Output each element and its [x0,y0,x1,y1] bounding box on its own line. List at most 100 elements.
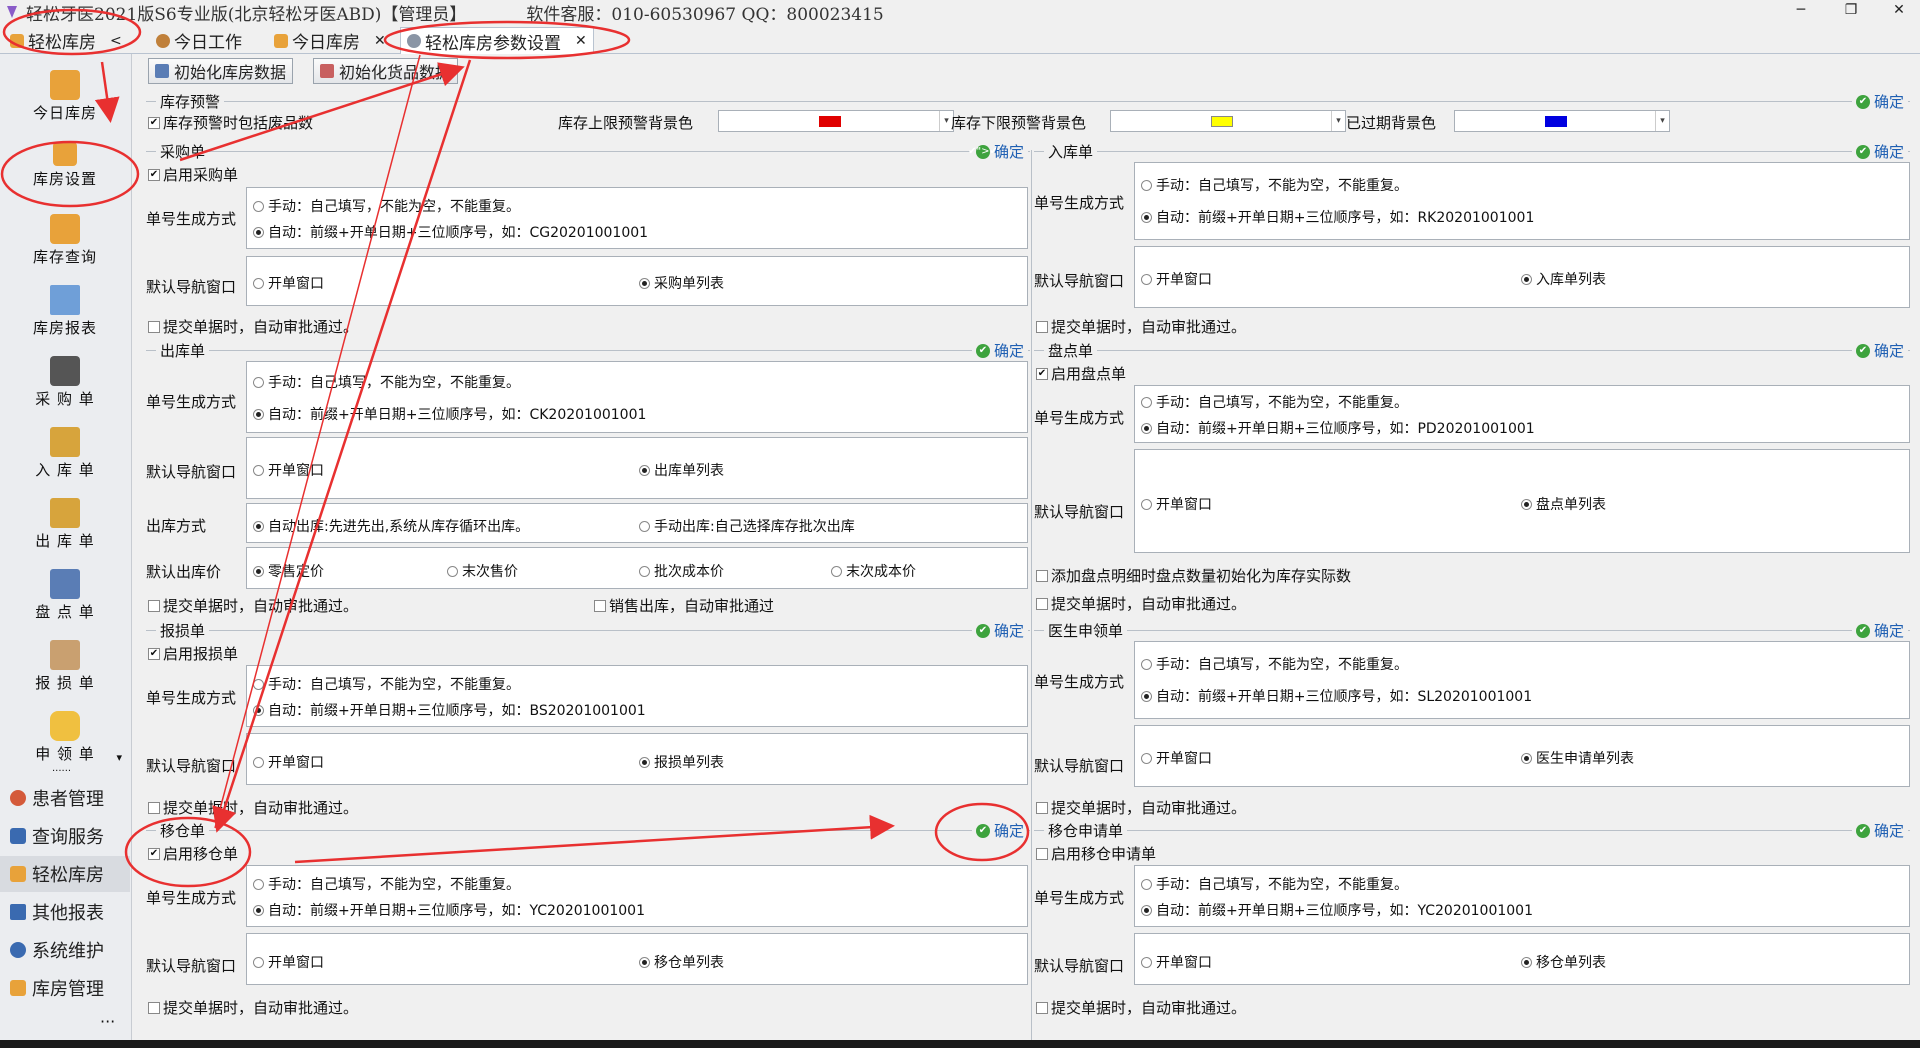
inbound-numgen-auto-radio[interactable]: 自动：前缀+开单日期+三位顺序号，如：RK20201001001 [1141,207,1534,227]
transfer-auto-approve-checkbox[interactable]: 提交单据时，自动审批通过。 [148,997,358,1018]
stocktake-nav-list-radio[interactable]: 盘点单列表 [1521,494,1606,514]
nav-stocktake-order[interactable]: 盘 点 单 [0,563,130,633]
purchase-nav-list-radio[interactable]: 采购单列表 [639,273,724,293]
nav-stock-query[interactable]: 库存查询 [0,208,130,278]
outbound-numgen-manual-radio[interactable]: 手动：自己填写，不能为空，不能重复。 [253,372,520,392]
transfer-request-nav-list-radio[interactable]: 移仓单列表 [1521,952,1606,972]
nav-loss-order[interactable]: 报 损 单 [0,634,130,704]
maximize-button[interactable]: ❐ [1836,2,1866,22]
tab-today-warehouse[interactable]: 今日库房 ✕ [268,27,392,54]
stocktake-confirm-button[interactable]: ✔ 确定 [1851,340,1908,361]
more-icon[interactable]: ▾ [116,751,122,764]
transfer-nav-list-radio[interactable]: 移仓单列表 [639,952,724,972]
module-warehouse-management[interactable]: 库房管理 [0,970,130,1006]
transfer-request-confirm-button[interactable]: ✔ 确定 [1851,820,1908,841]
outbound-numgen-label: 单号生成方式 [146,393,237,411]
enable-transfer-request-checkbox[interactable]: 启用移仓申请单 [1036,843,1156,864]
tab-warehouse-settings[interactable]: 轻松库房参数设置 ✕ [400,27,594,54]
price-batch-cost-radio[interactable]: 批次成本价 [639,561,724,581]
module-query-service[interactable]: 查询服务 [0,818,130,854]
stocktake-numgen-label: 单号生成方式 [1034,409,1125,427]
module-system-maintenance[interactable]: 系统维护 [0,932,130,968]
transfer-nav-open-radio[interactable]: 开单窗口 [253,952,324,972]
purchase-numgen-auto-radio[interactable]: 自动：前缀+开单日期+三位顺序号，如：CG20201001001 [253,222,648,242]
close-tab-icon[interactable]: ✕ [374,33,386,49]
upper-color-select[interactable]: ▾ [718,110,954,132]
doctor-numgen-auto-radio[interactable]: 自动：前缀+开单日期+三位顺序号，如：SL20201001001 [1141,686,1532,706]
enable-loss-checkbox[interactable]: ✔ 启用报损单 [148,643,238,664]
module-patient-management[interactable]: 患者管理 [0,780,130,816]
tab-today-work[interactable]: 今日工作 [150,27,248,54]
enable-purchase-checkbox[interactable]: ✔ 启用采购单 [148,164,238,185]
purchase-auto-approve-checkbox[interactable]: 提交单据时，自动审批通过。 [148,316,358,337]
doctor-numgen-manual-radio[interactable]: 手动：自己填写，不能为空，不能重复。 [1141,654,1408,674]
loss-confirm-button[interactable]: ✔ 确定 [971,620,1028,641]
outbound-confirm-button[interactable]: ✔ 确定 [971,340,1028,361]
price-last-cost-radio[interactable]: 末次成本价 [831,561,916,581]
loss-nav-open-radio[interactable]: 开单窗口 [253,752,324,772]
doctor-requisition-confirm-button[interactable]: ✔ 确定 [1851,620,1908,641]
transfer-confirm-button[interactable]: ✔ 确定 [971,820,1028,841]
init-goods-button[interactable]: 初始化货品数据 [313,58,459,84]
inbound-nav-list-radio[interactable]: 入库单列表 [1521,269,1606,289]
nav-outbound-order[interactable]: 出 库 单 [0,492,130,562]
init-stock-button[interactable]: 初始化库房数据 [148,58,294,84]
inbound-auto-approve-checkbox[interactable]: 提交单据时，自动审批通过。 [1036,316,1246,337]
outbound-nav-open-radio[interactable]: 开单窗口 [253,460,324,480]
stocktake-numgen-auto-radio[interactable]: 自动：前缀+开单日期+三位顺序号，如：PD20201001001 [1141,418,1535,438]
transfer-request-nav-open-radio[interactable]: 开单窗口 [1141,952,1212,972]
loss-nav-list-radio[interactable]: 报损单列表 [639,752,724,772]
doctor-nav-list-radio[interactable]: 医生申请单列表 [1521,748,1634,768]
nav-footer-more[interactable]: ··· [100,1012,115,1031]
enable-stocktake-checkbox[interactable]: ✔ 启用盘点单 [1036,363,1126,384]
tab-easy-warehouse[interactable]: 轻松库房 < [4,27,128,54]
lower-color-select[interactable]: ▾ [1110,110,1346,132]
stocktake-init-qty-checkbox[interactable]: 添加盘点明细时盘点数量初始化为库存实际数 [1036,565,1351,586]
purchase-confirm-button[interactable]: ✔">✔ 确定 [968,141,1028,162]
inbound-confirm-button[interactable]: ✔ 确定 [1851,141,1908,162]
outbound-price-label: 默认出库价 [146,563,222,581]
outbound-auto-approve-checkbox[interactable]: 提交单据时，自动审批通过。 [148,595,358,616]
nav-warehouse-settings[interactable]: 库房设置 [0,136,130,206]
stock-alert-confirm-button[interactable]: ✔ 确定 [1851,91,1908,112]
transfer-request-auto-approve-checkbox[interactable]: 提交单据时，自动审批通过。 [1036,997,1246,1018]
expired-color-select[interactable]: ▾ [1454,110,1670,132]
stocktake-auto-approve-checkbox[interactable]: 提交单据时，自动审批通过。 [1036,593,1246,614]
close-window-button[interactable]: ✕ [1884,2,1914,22]
nav-warehouse-report[interactable]: 库房报表 [0,279,130,349]
close-tab-icon[interactable]: ✕ [575,33,587,49]
collapse-icon[interactable]: < [110,33,122,49]
outbound-numgen-auto-radio[interactable]: 自动：前缀+开单日期+三位顺序号，如：CK20201001001 [253,404,646,424]
nav-today-warehouse[interactable]: 今日库房 [0,64,130,134]
loss-numgen-auto-radio[interactable]: 自动：前缀+开单日期+三位顺序号，如：BS20201001001 [253,700,646,720]
transfer-request-numgen-manual-radio[interactable]: 手动：自己填写，不能为空，不能重复。 [1141,874,1408,894]
nav-inbound-order[interactable]: 入 库 单 [0,421,130,491]
module-other-reports[interactable]: 其他报表 [0,894,130,930]
include-waste-checkbox[interactable]: ✔ 库存预警时包括废品数 [148,112,313,133]
transfer-request-numgen-auto-radio[interactable]: 自动：前缀+开单日期+三位顺序号，如：YC20201001001 [1141,900,1533,920]
sales-auto-approve-checkbox[interactable]: 销售出库，自动审批通过 [594,595,774,616]
module-easy-warehouse[interactable]: 轻松库房 [0,856,130,892]
enable-transfer-checkbox[interactable]: ✔ 启用移仓单 [148,843,238,864]
inbound-nav-open-radio[interactable]: 开单窗口 [1141,269,1212,289]
outbound-method-manual-radio[interactable]: 手动出库:自己选择库存批次出库 [639,516,855,536]
purchase-numgen-manual-radio[interactable]: 手动：自己填写，不能为空，不能重复。 [253,196,520,216]
nav-requisition-order[interactable]: 申 领 单 ▾ ...... [0,705,130,775]
purchase-nav-open-radio[interactable]: 开单窗口 [253,273,324,293]
inbound-numgen-manual-radio[interactable]: 手动：自己填写，不能为空，不能重复。 [1141,175,1408,195]
outbound-nav-list-radio[interactable]: 出库单列表 [639,460,724,480]
stocktake-numgen-manual-radio[interactable]: 手动：自己填写，不能为空，不能重复。 [1141,392,1408,412]
loss-numgen-manual-radio[interactable]: 手动：自己填写，不能为空，不能重复。 [253,674,520,694]
nav-purchase-order[interactable]: 采 购 单 [0,350,130,420]
loss-auto-approve-checkbox[interactable]: 提交单据时，自动审批通过。 [148,797,358,818]
transfer-numgen-auto-radio[interactable]: 自动：前缀+开单日期+三位顺序号，如：YC20201001001 [253,900,645,920]
app-logo-icon [7,6,17,18]
price-retail-radio[interactable]: 零售定价 [253,561,324,581]
price-last-sale-radio[interactable]: 末次售价 [447,561,518,581]
transfer-numgen-manual-radio[interactable]: 手动：自己填写，不能为空，不能重复。 [253,874,520,894]
stocktake-nav-open-radio[interactable]: 开单窗口 [1141,494,1212,514]
outbound-method-auto-radio[interactable]: 自动出库:先进先出,系统从库存循环出库。 [253,516,529,536]
doctor-auto-approve-checkbox[interactable]: 提交单据时，自动审批通过。 [1036,797,1246,818]
minimize-button[interactable]: ─ [1786,2,1816,22]
doctor-nav-open-radio[interactable]: 开单窗口 [1141,748,1212,768]
